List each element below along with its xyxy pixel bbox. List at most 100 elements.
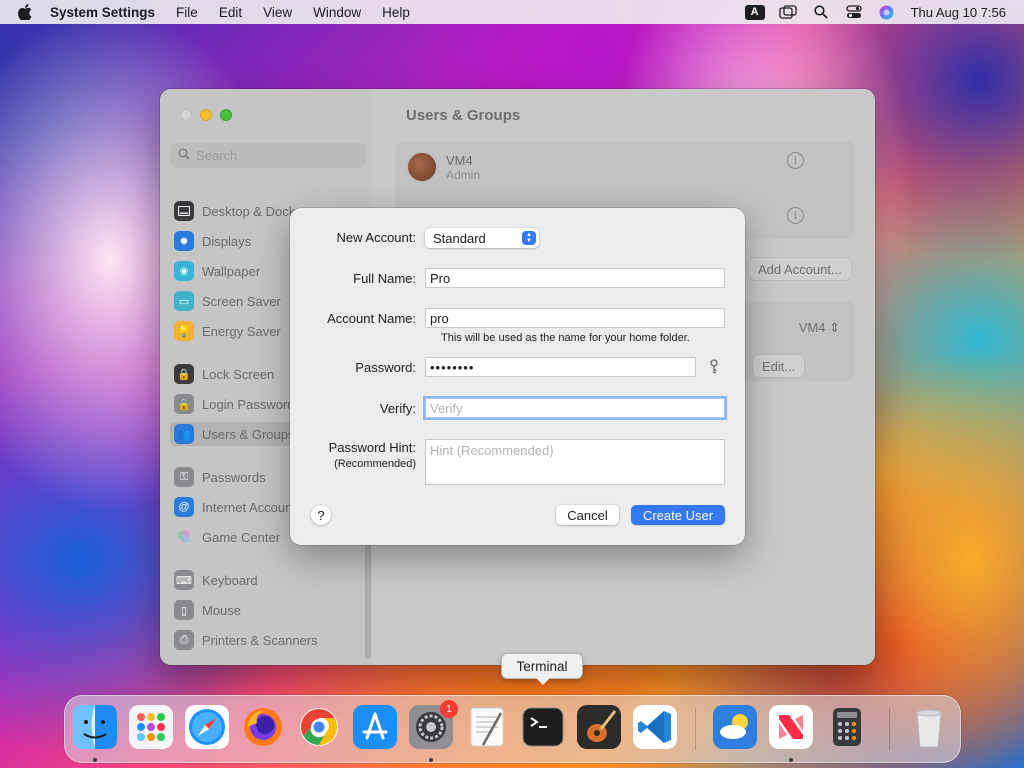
cancel-button[interactable]: Cancel — [556, 505, 619, 525]
keyboard-input-icon[interactable]: A — [744, 4, 765, 20]
password-field[interactable]: •••••••• — [425, 357, 696, 377]
zoom-window-button[interactable] — [220, 109, 232, 121]
textedit-icon[interactable] — [465, 705, 509, 749]
sidebar-item-printers-scanners[interactable]: ⎙ Printers & Scanners — [174, 628, 318, 652]
weather-icon[interactable] — [713, 705, 757, 749]
edit-button[interactable]: Edit... — [753, 355, 805, 377]
sidebar-item-keyboard[interactable]: ⌨ Keyboard — [174, 568, 258, 592]
menubar-clock[interactable]: Thu Aug 10 7:56 — [911, 5, 1006, 20]
trash-icon[interactable] — [907, 705, 951, 749]
sidebar-item-desktop-dock[interactable]: Desktop & Dock — [174, 199, 295, 223]
finder-icon[interactable] — [73, 705, 117, 749]
account-type-value: Standard — [433, 230, 486, 246]
sidebar-item-game-center[interactable]: Game Center — [174, 525, 280, 549]
sidebar-item-displays[interactable]: ✹ Displays — [174, 229, 251, 253]
password-assistant-key-icon[interactable] — [708, 359, 720, 375]
desktop-icon — [174, 201, 194, 221]
sidebar-item-label: Printers & Scanners — [202, 632, 318, 648]
create-user-button[interactable]: Create User — [631, 505, 725, 525]
printer-icon: ⎙ — [174, 630, 194, 650]
sidebar-item-mouse[interactable]: ▯ Mouse — [174, 598, 241, 622]
autologin-select-value: VM4 — [798, 320, 826, 335]
page-title: Users & Groups — [406, 107, 521, 124]
sidebar-item-internet-accounts[interactable]: @ Internet Accounts — [174, 495, 302, 519]
menu-view[interactable]: View — [263, 5, 292, 20]
spotlight-search-icon[interactable] — [811, 4, 831, 20]
menu-edit[interactable]: Edit — [219, 5, 242, 20]
sidebar-item-label: Internet Accounts — [202, 499, 303, 515]
calculator-icon[interactable] — [825, 705, 869, 749]
sidebar-search-field[interactable]: Search — [170, 143, 366, 168]
user-info-icon[interactable]: i — [787, 152, 804, 169]
sidebar-item-label: Mouse — [202, 602, 242, 618]
account-name-value: pro — [430, 310, 449, 326]
menu-help[interactable]: Help — [382, 5, 410, 20]
firefox-icon[interactable] — [241, 705, 285, 749]
garageband-icon[interactable] — [577, 705, 621, 749]
sidebar-item-wallpaper[interactable]: ❀ Wallpaper — [174, 259, 260, 283]
vscode-icon[interactable] — [633, 705, 677, 749]
account-type-popup[interactable]: Standard ▲ ▼ — [425, 228, 539, 248]
siri-icon[interactable] — [877, 4, 897, 20]
autologin-select[interactable]: VM4 ⇕ — [799, 320, 840, 336]
verify-field[interactable]: Verify — [425, 398, 725, 418]
gamecenter-icon — [174, 527, 194, 547]
user-name: VM4 — [446, 152, 473, 168]
dock-separator — [889, 708, 890, 750]
search-icon — [178, 148, 190, 163]
menu-file[interactable]: File — [176, 5, 198, 20]
sidebar-item-energy-saver[interactable]: 💡 Energy Saver — [174, 319, 281, 343]
chrome-icon[interactable] — [297, 705, 341, 749]
full-name-field[interactable]: Pro — [425, 268, 725, 288]
avatar — [406, 151, 438, 183]
window-controls — [180, 109, 232, 121]
screensaver-icon: ▭ — [174, 291, 194, 311]
verify-placeholder: Verify — [430, 400, 463, 416]
password-value: •••••••• — [430, 359, 475, 375]
account-name-field[interactable]: pro — [425, 308, 725, 328]
sidebar-item-label: Desktop & Dock — [202, 203, 296, 219]
new-account-label: New Account: — [336, 230, 417, 245]
launchpad-icon[interactable] — [129, 705, 173, 749]
dock: 1 — [64, 695, 961, 763]
menu-app-name[interactable]: System Settings — [50, 5, 155, 20]
dialog-help-button[interactable]: ? — [311, 505, 331, 525]
settings-icon[interactable]: 1 — [409, 700, 458, 749]
minimize-window-button[interactable] — [200, 109, 212, 121]
close-window-button[interactable] — [180, 109, 192, 121]
sidebar-item-label: Login Password — [202, 396, 295, 412]
user-row-vm4[interactable]: VM4 Admin — [406, 151, 480, 183]
menu-window[interactable]: Window — [313, 5, 361, 20]
sidebar-item-login-password[interactable]: 🔒 Login Password — [174, 392, 295, 416]
password-hint-placeholder: Hint (Recommended) — [430, 443, 554, 458]
sidebar-item-passwords[interactable]: ⚿ Passwords — [174, 465, 266, 489]
chevron-updown-icon: ⇕ — [829, 320, 840, 335]
menu-bar: System Settings File Edit View Window He… — [0, 0, 1024, 24]
apple-menu-icon[interactable] — [18, 4, 32, 20]
sidebar-item-label: Users & Groups — [202, 426, 295, 442]
sidebar-item-screen-saver[interactable]: ▭ Screen Saver — [174, 289, 281, 313]
password-hint-field[interactable]: Hint (Recommended) — [425, 439, 725, 485]
login-lock-icon: 🔒 — [174, 394, 194, 414]
mouse-icon: ▯ — [174, 600, 194, 620]
screen-mirroring-icon[interactable] — [778, 4, 798, 20]
notification-badge: 1 — [440, 700, 458, 718]
full-name-value: Pro — [430, 270, 451, 286]
safari-icon[interactable] — [185, 705, 229, 749]
control-center-icon[interactable] — [844, 4, 864, 20]
appstore-icon[interactable] — [353, 705, 397, 749]
sidebar-item-label: Displays — [202, 233, 252, 249]
news-running-indicator — [789, 758, 793, 762]
news-icon[interactable] — [769, 705, 813, 749]
sidebar-item-lock-screen[interactable]: 🔒 Lock Screen — [174, 362, 274, 386]
sidebar-item-label: Passwords — [202, 469, 266, 485]
add-account-button[interactable]: Add Account... — [749, 258, 851, 280]
user-role: Admin — [446, 167, 481, 182]
terminal-icon[interactable] — [521, 705, 565, 749]
sidebar-item-label: Screen Saver — [202, 293, 281, 309]
new-account-dialog: New Account: Standard ▲ ▼ Full Name: Pro … — [290, 208, 745, 545]
guest-info-icon[interactable]: i — [787, 207, 804, 224]
password-label: Password: — [355, 360, 416, 375]
at-icon: @ — [174, 497, 194, 517]
key-icon: ⚿ — [174, 467, 194, 487]
